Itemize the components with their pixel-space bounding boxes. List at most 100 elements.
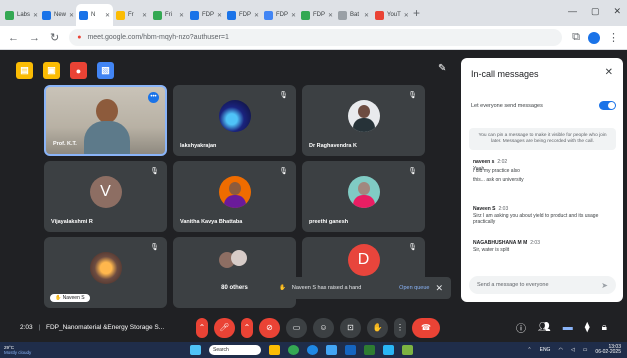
speaking-indicator: •••	[148, 92, 159, 103]
tab-close-icon[interactable]: ✕	[364, 12, 369, 19]
activities-icon[interactable]: ⧫	[585, 322, 590, 333]
record-icon[interactable]: ●	[70, 62, 87, 79]
browser-tab[interactable]: Fri ✕	[150, 4, 187, 26]
taskbar-search[interactable]: Search	[209, 345, 261, 355]
tab-close-icon[interactable]: ✕	[33, 12, 38, 19]
more-options-icon[interactable]: ⋮	[394, 317, 406, 338]
tab-close-icon[interactable]: ✕	[291, 12, 296, 19]
browser-tab[interactable]: New ✕	[39, 4, 76, 26]
excel-icon[interactable]	[364, 345, 375, 355]
word-icon[interactable]	[345, 345, 356, 355]
message-time: 2:03	[530, 240, 540, 246]
tab-favicon-icon	[375, 10, 384, 20]
hand-icon: ✋	[279, 285, 286, 291]
edge-icon[interactable]	[307, 345, 318, 355]
leave-call-icon[interactable]: ☎	[412, 317, 440, 338]
explorer-icon[interactable]	[269, 345, 280, 355]
captions-icon[interactable]: ▭	[286, 317, 307, 338]
participant-tile[interactable]: lakshyakrajan 🎙︎	[173, 85, 296, 156]
wifi-icon[interactable]: ◠	[558, 347, 562, 353]
tray-chevron-icon[interactable]: ⌃	[527, 347, 531, 353]
message-text: this... ask on university	[473, 177, 524, 183]
browser-tab[interactable]: YouT ✕	[372, 4, 409, 26]
battery-icon[interactable]: ▭	[583, 347, 588, 353]
chat-icon[interactable]: ▬	[563, 322, 573, 333]
browser-tab[interactable]: FDP ✕	[187, 4, 224, 26]
volume-icon[interactable]: ◁	[571, 347, 575, 353]
forward-icon[interactable]: →	[29, 32, 40, 44]
participant-tile[interactable]: Dr Raghavendra K 🎙︎	[302, 85, 425, 156]
tab-label: Bat	[350, 12, 360, 18]
tab-close-icon[interactable]: ✕	[404, 12, 409, 19]
tab-close-icon[interactable]: ✕	[328, 12, 333, 19]
info-icon[interactable]: ⓘ	[516, 320, 526, 335]
tab-favicon-icon	[301, 10, 310, 20]
docs-icon[interactable]: ▧	[97, 62, 114, 79]
host-controls-icon[interactable]: 🔒︎	[602, 322, 607, 333]
close-icon[interactable]: ✕	[605, 67, 613, 78]
participant-tile[interactable]: V Vijayalakshmi R 🎙︎	[44, 161, 167, 232]
weather-widget[interactable]: 29°C Mostly cloudy	[4, 345, 31, 355]
clock[interactable]: 13:03 06-02-2025	[595, 345, 621, 355]
message-input[interactable]: Send a message to everyone ➤	[469, 276, 616, 294]
tab-close-icon[interactable]: ✕	[105, 12, 110, 19]
tab-close-icon[interactable]: ✕	[217, 12, 222, 19]
extension-icon[interactable]: ⧉	[572, 31, 580, 44]
present-icon[interactable]: ⊡	[340, 317, 361, 338]
participant-tile[interactable]: Vanitha Kavya Bhattaba 🎙︎	[173, 161, 296, 232]
new-tab-button[interactable]: +	[413, 6, 420, 20]
keep-icon[interactable]: ▣	[43, 62, 60, 79]
profile-avatar[interactable]	[588, 31, 600, 44]
participant-tile[interactable]: preethi ganesh 🎙︎	[302, 161, 425, 232]
dismiss-icon[interactable]: ✕	[435, 283, 443, 294]
camera-options-icon[interactable]: ⌃	[241, 317, 253, 338]
send-icon[interactable]: ➤	[601, 281, 608, 290]
effects-icon[interactable]: ✎	[438, 63, 446, 74]
mic-muted-icon: 🎙︎	[279, 168, 288, 175]
open-queue-button[interactable]: Open queue	[399, 285, 429, 291]
photos-icon[interactable]	[383, 345, 394, 355]
start-icon[interactable]	[190, 345, 201, 355]
pin-info-box: You can pin a message to make it visible…	[469, 128, 616, 150]
site-info-icon[interactable]: ●	[77, 34, 81, 41]
browser-tab[interactable]: Fr ✕	[113, 4, 150, 26]
tray-lang[interactable]: ENG	[540, 347, 551, 353]
close-window-icon[interactable]: ✕	[613, 6, 621, 17]
mic-options-icon[interactable]: ⌃	[196, 317, 208, 338]
notes-icon[interactable]: ▤	[16, 62, 33, 79]
tab-favicon-icon	[227, 10, 236, 20]
tab-favicon-icon	[264, 10, 273, 20]
emoji-icon[interactable]: ☺	[313, 317, 334, 338]
store-icon[interactable]	[326, 345, 337, 355]
browser-tab[interactable]: N ✕	[76, 4, 113, 26]
chrome-icon[interactable]	[288, 345, 299, 355]
back-icon[interactable]: ←	[8, 32, 19, 44]
tab-close-icon[interactable]: ✕	[142, 12, 147, 19]
mic-muted-icon: 🎙︎	[150, 168, 159, 175]
chat-message: I did my practice also	[473, 168, 613, 175]
send-messages-toggle[interactable]	[599, 101, 616, 110]
people-icon[interactable]: 👥︎	[538, 322, 551, 333]
maximize-icon[interactable]: ▢	[591, 6, 600, 17]
browser-tab[interactable]: FDP ✕	[261, 4, 298, 26]
mic-off-icon[interactable]: 🎤︎	[214, 317, 235, 338]
minimize-icon[interactable]: —	[568, 6, 577, 17]
participant-tile[interactable]: ✋ Naveen S 🎙︎	[44, 237, 167, 308]
tab-close-icon[interactable]: ✕	[69, 12, 74, 19]
reload-icon[interactable]: ↻	[50, 31, 59, 44]
tab-close-icon[interactable]: ✕	[254, 12, 259, 19]
raise-hand-icon[interactable]: ✋	[367, 317, 388, 338]
browser-tab[interactable]: FDP ✕	[224, 4, 261, 26]
url-field[interactable]: ● meet.google.com/hbm-mqyh-nzo?authuser=…	[69, 29, 563, 46]
tab-close-icon[interactable]: ✕	[179, 12, 184, 19]
raise-hand-notification: ✋ Naveen S has raised a hand Open queue …	[271, 277, 451, 299]
camera-off-icon[interactable]: ⊘	[259, 317, 280, 338]
app-icon[interactable]	[402, 345, 413, 355]
message-text: Sirz I am asking you about yield to prod…	[473, 212, 599, 226]
browser-tab[interactable]: Labs ✕	[2, 4, 39, 26]
meeting-title: FDP_Nanomaterial &Energy Storage S...	[45, 324, 165, 331]
menu-icon[interactable]: ⋮	[608, 31, 619, 44]
browser-tab[interactable]: Bat ✕	[335, 4, 372, 26]
participant-tile[interactable]: ••• Prof. K.T.	[44, 85, 167, 156]
browser-tab[interactable]: FDP ✕	[298, 4, 335, 26]
